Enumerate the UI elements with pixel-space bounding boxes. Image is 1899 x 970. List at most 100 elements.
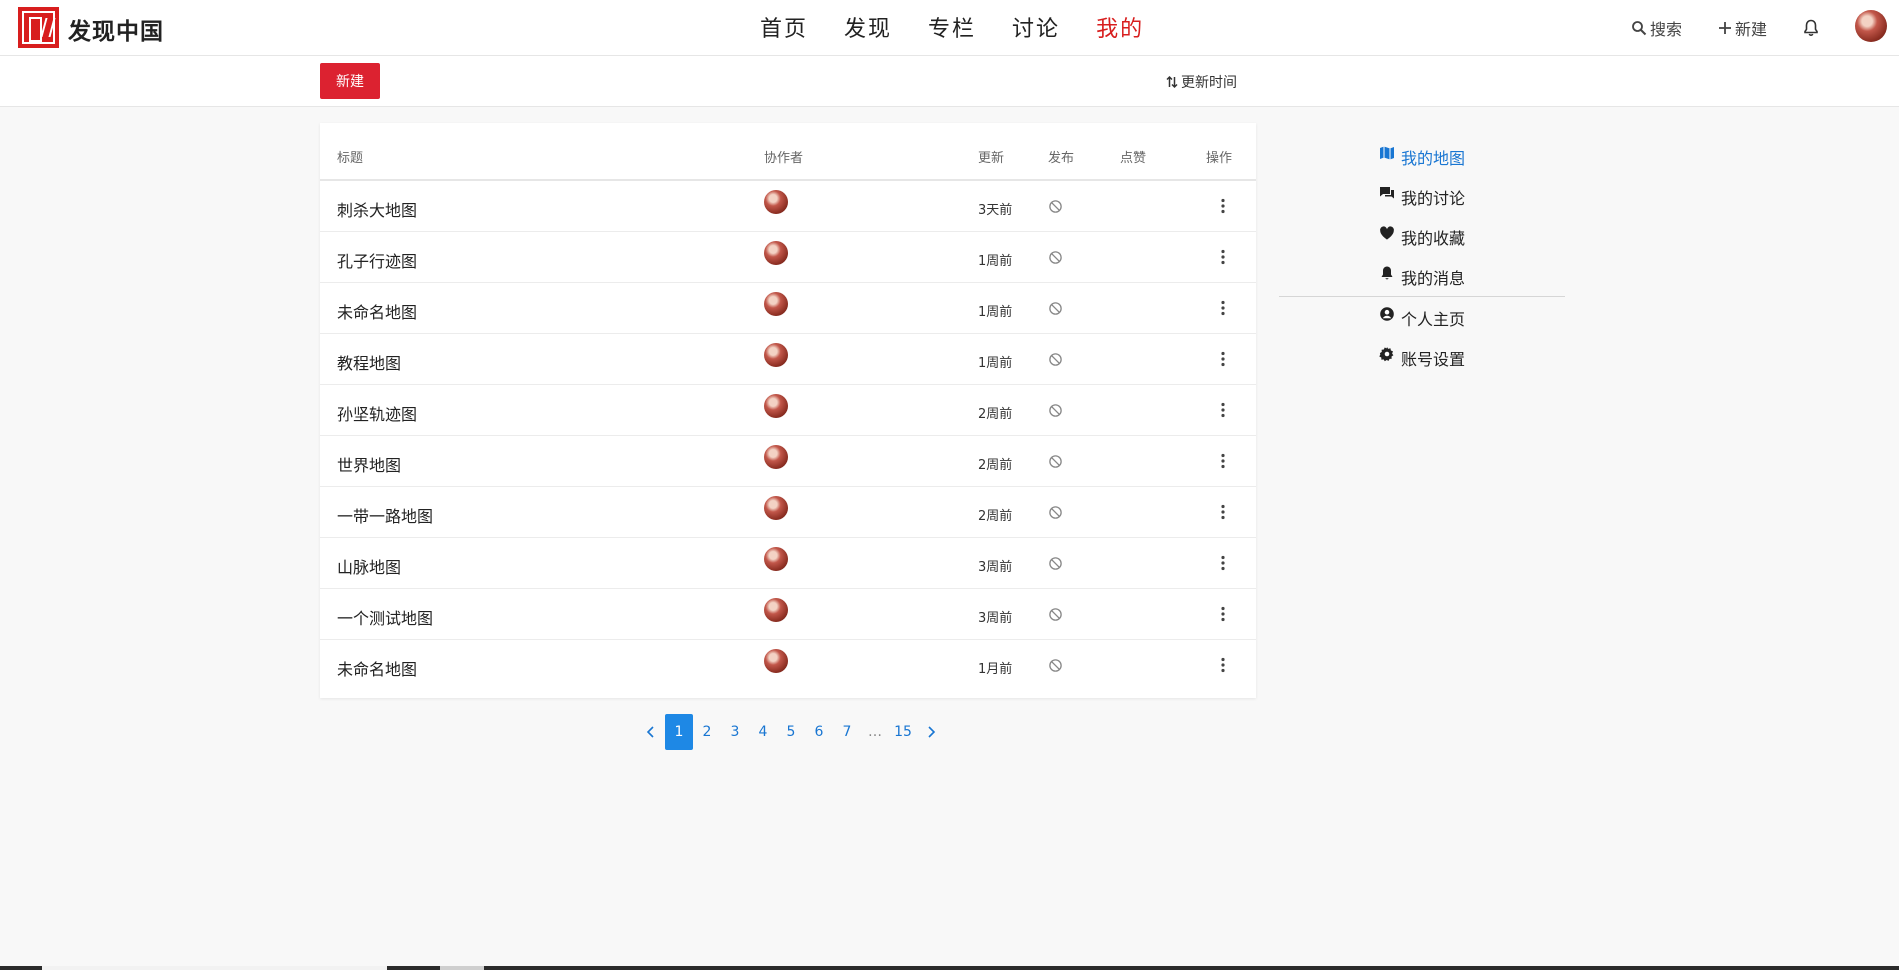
site-logo[interactable]: [18, 7, 59, 48]
more-vertical-icon[interactable]: [1215, 452, 1231, 470]
more-vertical-icon[interactable]: [1215, 299, 1231, 317]
collaborator-avatar[interactable]: [764, 598, 788, 622]
table-row[interactable]: 教程地图 1周前: [320, 334, 1256, 385]
header-actions: 操作: [1206, 151, 1233, 166]
page-button-6[interactable]: 6: [805, 714, 833, 750]
more-vertical-icon[interactable]: [1215, 503, 1231, 521]
nav-mine[interactable]: 我的: [1096, 11, 1144, 43]
unpublished-icon: [1049, 455, 1062, 468]
table-row[interactable]: 未命名地图 1周前: [320, 283, 1256, 334]
table-row[interactable]: 刺杀大地图 3天前: [320, 181, 1256, 232]
more-vertical-icon[interactable]: [1215, 350, 1231, 368]
nav-home[interactable]: 首页: [760, 11, 808, 43]
table-row[interactable]: 世界地图 2周前: [320, 436, 1256, 487]
side-menu-item-chat[interactable]: 我的讨论: [1279, 176, 1565, 216]
more-vertical-icon[interactable]: [1215, 197, 1231, 215]
search-label: 搜索: [1650, 20, 1683, 39]
map-title[interactable]: 孙坚轨迹图: [337, 401, 417, 425]
updated-time: 2周前: [978, 458, 1013, 473]
side-menu-label: 我的讨论: [1401, 189, 1466, 208]
toolbar: 新建 更新时间: [0, 56, 1899, 107]
page-button-2[interactable]: 2: [693, 714, 721, 750]
search-button[interactable]: 搜索: [1631, 16, 1682, 40]
side-menu-label: 账号设置: [1401, 350, 1466, 369]
table-row[interactable]: 山脉地图 3周前: [320, 538, 1256, 589]
side-menu-label: 我的地图: [1401, 149, 1466, 168]
map-title[interactable]: 山脉地图: [337, 554, 401, 578]
page-button-3[interactable]: 3: [721, 714, 749, 750]
gear-icon: [1379, 347, 1394, 362]
unpublished-icon: [1049, 659, 1062, 672]
page-button-7[interactable]: 7: [833, 714, 861, 750]
unpublished-icon: [1049, 608, 1062, 621]
side-menu-item-gear[interactable]: 账号设置: [1279, 337, 1565, 377]
collaborator-avatar[interactable]: [764, 190, 788, 214]
collaborator-avatar[interactable]: [764, 292, 788, 316]
map-title[interactable]: 孔子行迹图: [337, 248, 417, 272]
table-row[interactable]: 孔子行迹图 1周前: [320, 232, 1256, 283]
unpublished-icon: [1049, 404, 1062, 417]
header-tools: 搜索 新建: [1631, 16, 1858, 40]
sort-by-updated[interactable]: 更新时间: [1166, 72, 1237, 92]
header-new-button[interactable]: 新建: [1718, 16, 1767, 40]
table-row[interactable]: 孙坚轨迹图 2周前: [320, 385, 1256, 436]
header-published: 发布: [1048, 151, 1075, 166]
map-title[interactable]: 未命名地图: [337, 656, 417, 680]
header-new-label: 新建: [1735, 20, 1768, 39]
page-button-5[interactable]: 5: [777, 714, 805, 750]
side-menu-item-bell[interactable]: 我的消息: [1279, 256, 1565, 296]
plus-icon: [1719, 22, 1732, 34]
page-button-15[interactable]: 15: [889, 714, 917, 750]
header-title[interactable]: 标题: [337, 147, 363, 166]
map-title[interactable]: 一个测试地图: [337, 605, 433, 629]
more-vertical-icon[interactable]: [1215, 401, 1231, 419]
next-page-button[interactable]: [917, 714, 945, 750]
table-row[interactable]: 一带一路地图 2周前: [320, 487, 1256, 538]
collaborator-avatar[interactable]: [764, 649, 788, 673]
chevron-left-icon: [646, 726, 654, 738]
collaborator-avatar[interactable]: [764, 445, 788, 469]
notifications-button[interactable]: [1803, 19, 1822, 37]
more-vertical-icon[interactable]: [1215, 248, 1231, 266]
unpublished-icon: [1049, 200, 1062, 213]
header-collaborators: 协作者: [764, 151, 804, 166]
collaborator-avatar[interactable]: [764, 496, 788, 520]
nav-discover[interactable]: 发现: [844, 11, 892, 43]
more-vertical-icon[interactable]: [1215, 605, 1231, 623]
header-updated[interactable]: 更新: [978, 147, 1004, 166]
side-menu-item-user-circle[interactable]: 个人主页: [1279, 297, 1565, 337]
map-title[interactable]: 教程地图: [337, 350, 401, 374]
page-button-4[interactable]: 4: [749, 714, 777, 750]
map-title[interactable]: 刺杀大地图: [337, 197, 417, 221]
updated-time: 1周前: [978, 356, 1013, 371]
nav-discussion[interactable]: 讨论: [1012, 11, 1060, 43]
sort-label: 更新时间: [1181, 75, 1237, 91]
page-button-1[interactable]: 1: [665, 714, 693, 750]
side-menu: 我的地图我的讨论我的收藏我的消息 个人主页账号设置: [1279, 136, 1565, 377]
table-row[interactable]: 一个测试地图 3周前: [320, 589, 1256, 640]
updated-time: 1周前: [978, 254, 1013, 269]
heart-icon: [1380, 226, 1394, 240]
side-menu-item-map[interactable]: 我的地图: [1279, 136, 1565, 176]
table-row[interactable]: 未命名地图 1月前: [320, 640, 1256, 691]
collaborator-avatar[interactable]: [764, 343, 788, 367]
unpublished-icon: [1049, 353, 1062, 366]
user-avatar[interactable]: [1855, 10, 1887, 42]
user-circle-icon: [1380, 307, 1394, 321]
prev-page-button[interactable]: [637, 714, 665, 750]
collaborator-avatar[interactable]: [764, 394, 788, 418]
map-title[interactable]: 一带一路地图: [337, 503, 433, 527]
more-vertical-icon[interactable]: [1215, 554, 1231, 572]
new-map-button[interactable]: 新建: [320, 63, 380, 99]
more-vertical-icon[interactable]: [1215, 656, 1231, 674]
side-menu-label: 我的收藏: [1401, 229, 1466, 248]
collaborator-avatar[interactable]: [764, 547, 788, 571]
unpublished-icon: [1049, 302, 1062, 315]
map-title[interactable]: 未命名地图: [337, 299, 417, 323]
map-title[interactable]: 世界地图: [337, 452, 401, 476]
updated-time: 1周前: [978, 305, 1013, 320]
site-name[interactable]: 发现中国: [68, 12, 164, 46]
nav-columns[interactable]: 专栏: [928, 11, 976, 43]
side-menu-item-heart[interactable]: 我的收藏: [1279, 216, 1565, 256]
collaborator-avatar[interactable]: [764, 241, 788, 265]
